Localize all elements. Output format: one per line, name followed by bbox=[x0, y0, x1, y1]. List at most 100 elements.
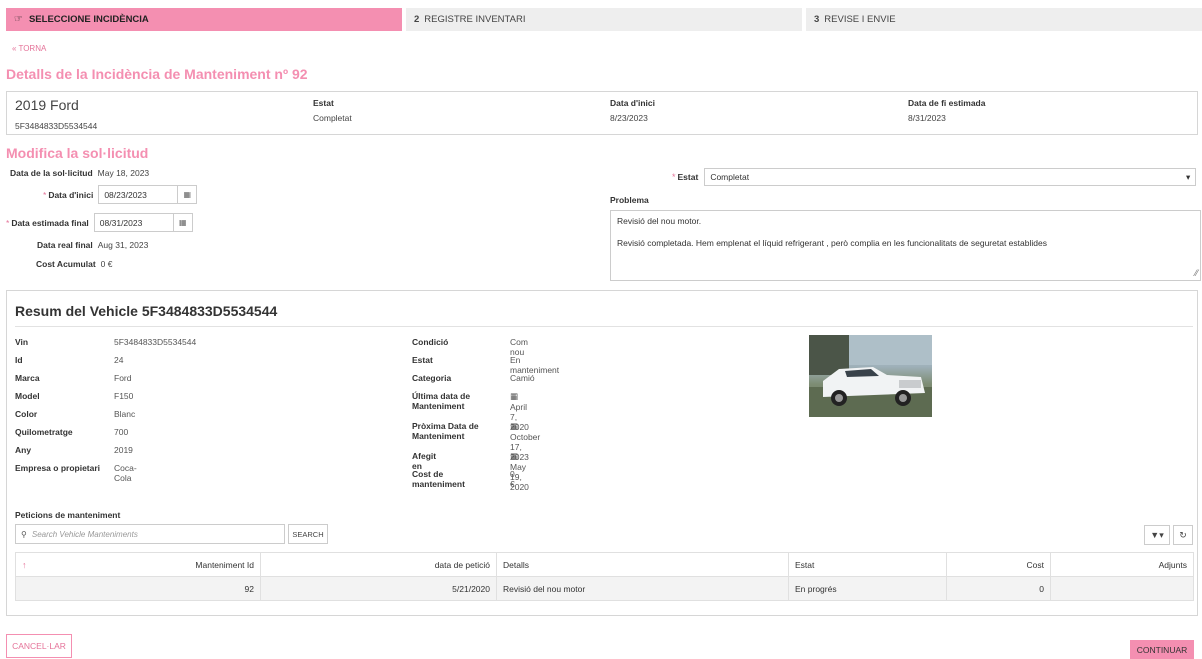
column-header-attachments[interactable]: Adjunts bbox=[1050, 552, 1194, 577]
refresh-button[interactable]: ↻ bbox=[1173, 525, 1193, 545]
calendar-icon[interactable]: ▦ bbox=[177, 186, 196, 203]
field-label: Marca bbox=[15, 373, 40, 383]
cell-status: En progrés bbox=[788, 576, 947, 601]
column-header-details[interactable]: Detalls bbox=[496, 552, 789, 577]
refresh-icon: ↻ bbox=[1179, 529, 1187, 540]
summary-end-label: Data de fi estimada bbox=[908, 98, 986, 108]
step-select-incident[interactable]: ☞ SELECCIONE INCIDÈNCIA bbox=[6, 8, 402, 31]
vehicle-summary-panel: Resum del Vehicle 5F3484833D5534544 Vin … bbox=[6, 290, 1198, 616]
incident-summary-card: 2019 Ford 5F3484833D5534544 Estat Comple… bbox=[6, 91, 1198, 135]
step-register-inventory[interactable]: 2 REGISTRE INVENTARI bbox=[406, 8, 802, 31]
step-label: REVISE I ENVIE bbox=[824, 14, 896, 25]
step-label: REGISTRE INVENTARI bbox=[424, 14, 526, 25]
problem-line-2: Revisió completada. Hem emplenat el líqu… bbox=[617, 238, 1047, 248]
column-header-id[interactable]: ↑ Manteniment Id bbox=[15, 552, 261, 577]
accumulated-cost-value: 0 € bbox=[100, 259, 113, 269]
field-value: 5F3484833D5534544 bbox=[114, 337, 197, 347]
accumulated-cost-label: Cost Acumulat bbox=[36, 259, 96, 269]
real-end-date-label: Data real final bbox=[37, 240, 93, 250]
filter-icon: ▼▾ bbox=[1150, 529, 1164, 540]
search-icon: ⚲ bbox=[21, 529, 27, 539]
real-end-date-value: Aug 31, 2023 bbox=[97, 240, 149, 250]
summary-status-label: Estat bbox=[313, 98, 334, 108]
cell-date: 5/21/2020 bbox=[260, 576, 497, 601]
maintenance-search-input[interactable]: ⚲ Search Vehicle Manteniments bbox=[15, 524, 285, 544]
column-header-status[interactable]: Estat bbox=[788, 552, 947, 577]
summary-start-label: Data d'inici bbox=[610, 98, 656, 108]
start-date-value[interactable]: 08/23/2023 bbox=[99, 186, 177, 203]
status-row: * Estat Completat ▾ bbox=[672, 168, 1197, 186]
field-value: 24 bbox=[114, 355, 124, 365]
field-value: 0 € bbox=[510, 469, 515, 489]
table-row[interactable]: 92 5/21/2020 Revisió del nou motor En pr… bbox=[15, 576, 1194, 601]
wizard-steps: ☞ SELECCIONE INCIDÈNCIA 2 REGISTRE INVEN… bbox=[6, 8, 1202, 31]
back-label: TORNA bbox=[18, 44, 47, 53]
status-selected-value: Completat bbox=[710, 172, 750, 182]
calendar-icon: ▦ bbox=[510, 391, 519, 401]
field-label: Color bbox=[15, 409, 38, 419]
field-value: 700 bbox=[114, 427, 129, 437]
field-value: Com nou bbox=[510, 337, 528, 357]
vehicle-vin: 5F3484833D5534544 bbox=[15, 121, 98, 131]
required-marker: * bbox=[6, 217, 10, 228]
cell-details: Revisió del nou motor bbox=[496, 576, 789, 601]
start-date-input[interactable]: 08/23/2023 ▦ bbox=[98, 185, 198, 204]
field-label: Empresa o propietari bbox=[15, 463, 101, 473]
cell-id: 92 bbox=[15, 576, 261, 601]
est-end-date-value[interactable]: 08/31/2023 bbox=[95, 214, 173, 231]
step-number: 3 bbox=[814, 14, 820, 25]
search-button[interactable]: SEARCH bbox=[288, 524, 328, 544]
field-value: Coca-Cola bbox=[114, 463, 137, 483]
vehicle-photo bbox=[809, 335, 932, 417]
summary-status-value: Completat bbox=[313, 113, 352, 123]
back-link[interactable]: « TORNA bbox=[12, 44, 46, 53]
required-marker: * bbox=[672, 172, 676, 182]
filter-button[interactable]: ▼▾ bbox=[1144, 525, 1170, 545]
status-label: Estat bbox=[677, 172, 699, 182]
start-date-label: Data d'inici bbox=[48, 189, 94, 200]
cell-cost: 0 bbox=[946, 576, 1051, 601]
field-label: Id bbox=[15, 355, 23, 365]
required-marker: * bbox=[43, 189, 47, 200]
maintenance-requests-title: Peticions de manteniment bbox=[15, 510, 121, 520]
problem-textarea[interactable]: Revisió del nou motor. Revisió completad… bbox=[610, 210, 1201, 281]
status-select[interactable]: Completat ▾ bbox=[704, 168, 1197, 186]
est-end-date-row: * Data estimada final 08/31/2023 ▦ bbox=[6, 213, 193, 232]
field-label: Any bbox=[15, 445, 32, 455]
step-number: 2 bbox=[414, 14, 420, 25]
calendar-icon[interactable]: ▦ bbox=[172, 214, 192, 231]
resize-handle-icon[interactable]: ⁄⁄ bbox=[1195, 268, 1198, 279]
calendar-icon: ▦ bbox=[510, 421, 519, 431]
step-review-submit[interactable]: 3 REVISE I ENVIE bbox=[806, 8, 1202, 31]
continue-button[interactable]: CONTINUAR bbox=[1130, 640, 1194, 659]
field-value: En manteniment bbox=[510, 355, 560, 375]
request-date-row: Data de la sol·licitud May 18, 2023 bbox=[10, 168, 149, 178]
field-label: Model bbox=[15, 391, 40, 401]
field-value: Camió bbox=[510, 373, 535, 383]
edit-request-title: Modifica la sol·licitud bbox=[6, 145, 149, 161]
summary-start-date: Data d'inici 8/23/2023 bbox=[610, 98, 655, 123]
field-label: Última data de Manteniment bbox=[412, 391, 471, 411]
start-date-row: * Data d'inici 08/23/2023 ▦ bbox=[43, 185, 198, 204]
problem-label: Problema bbox=[610, 195, 649, 205]
field-label: Cost de manteniment bbox=[412, 469, 465, 489]
table-header-row: ↑ Manteniment Id data de petició Detalls… bbox=[15, 552, 1194, 577]
column-header-cost[interactable]: Cost bbox=[946, 552, 1051, 577]
real-end-date-row: Data real final Aug 31, 2023 bbox=[37, 240, 148, 250]
cancel-button[interactable]: CANCEL·LAR bbox=[6, 634, 72, 658]
field-label: Pròxima Data de Manteniment bbox=[412, 421, 479, 441]
request-date-label: Data de la sol·licitud bbox=[10, 168, 93, 178]
vehicle-name: 2019 Ford bbox=[15, 97, 79, 113]
maintenance-table: ↑ Manteniment Id data de petició Detalls… bbox=[15, 552, 1194, 601]
field-label: Vin bbox=[15, 337, 29, 347]
summary-end-value: 8/31/2023 bbox=[908, 113, 946, 123]
est-end-date-input[interactable]: 08/31/2023 ▦ bbox=[93, 213, 193, 232]
field-value: 2019 bbox=[114, 445, 133, 455]
column-header-date[interactable]: data de petició bbox=[260, 552, 497, 577]
field-value: Blanc bbox=[114, 409, 136, 419]
field-label: Estat bbox=[412, 355, 433, 365]
page-title: Detalls de la Incidència de Manteniment … bbox=[6, 66, 308, 82]
summary-status: Estat Completat bbox=[313, 98, 352, 123]
field-label: Categoria bbox=[412, 373, 452, 383]
double-chevron-left-icon: « bbox=[12, 44, 17, 53]
